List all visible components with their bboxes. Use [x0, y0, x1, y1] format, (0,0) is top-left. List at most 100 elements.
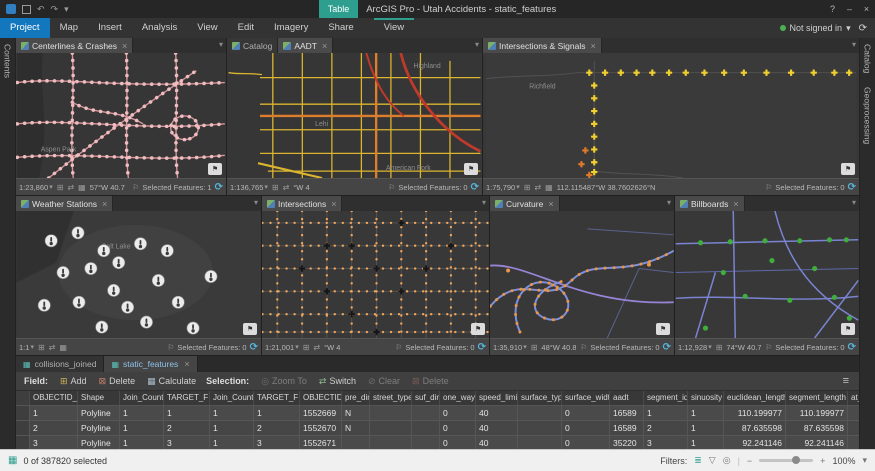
pane-menu-caret-icon[interactable]: ▾	[667, 198, 671, 207]
table-cell[interactable]: 16589	[610, 421, 644, 435]
refresh-icon[interactable]: ⟳	[663, 342, 671, 353]
table-cell[interactable]: 1552671	[300, 436, 342, 450]
column-header-at_inter[interactable]: at_inter	[848, 391, 859, 405]
calculate-button[interactable]: ▦Calculate	[141, 372, 202, 390]
map-canvas[interactable]: ⚑	[490, 211, 674, 338]
column-header-street_type[interactable]: street_type	[370, 391, 412, 405]
geoprocessing-dock-tab[interactable]: Geoprocessing	[863, 87, 873, 144]
column-header-one_way[interactable]: one_way	[440, 391, 476, 405]
close-tab-icon[interactable]: ×	[322, 41, 327, 51]
scale-input[interactable]: 1:23,860	[19, 183, 48, 192]
view-tab-centerlines-crashes[interactable]: Centerlines & Crashes ×	[16, 38, 133, 53]
select-tool-icon[interactable]: ⊞	[531, 343, 538, 352]
table-cell[interactable]	[342, 436, 370, 450]
refresh-icon[interactable]: ⟳	[478, 342, 486, 353]
table-cell[interactable]	[848, 406, 859, 420]
table-cell[interactable]: 40	[476, 406, 518, 420]
table-cell[interactable]: 3	[30, 436, 78, 450]
swap-view-icon[interactable]: ⇄	[534, 183, 541, 192]
table-cell[interactable]: 16589	[610, 406, 644, 420]
table-cell[interactable]	[412, 421, 440, 435]
ribbon-tab-share[interactable]: Share	[318, 18, 363, 38]
table-cell[interactable]: Polyline	[78, 421, 120, 435]
grid-icon[interactable]: ▦	[545, 183, 553, 192]
sign-in-status[interactable]: Not signed in ▾	[780, 23, 851, 34]
table-cell[interactable]	[412, 406, 440, 420]
ribbon-tab-analysis[interactable]: Analysis	[132, 18, 187, 38]
table-row[interactable]: 1Polyline11111552669N04001658911110.1999…	[16, 406, 859, 421]
pane-menu-caret-icon[interactable]: ▾	[254, 198, 258, 207]
column-header-sinuosity[interactable]: sinuosity	[688, 391, 724, 405]
table-cell[interactable]: 0	[440, 436, 476, 450]
navigator-flag-icon[interactable]: ⚑	[208, 163, 222, 175]
row-selector[interactable]	[16, 406, 30, 420]
table-cell[interactable]: N	[342, 421, 370, 435]
table-cell[interactable]: Polyline	[78, 406, 120, 420]
view-tab-intersections-signals[interactable]: Intersections & Signals ×	[483, 38, 602, 53]
scale-caret-icon[interactable]: ▾	[708, 343, 712, 351]
help-button[interactable]: ?	[824, 0, 841, 18]
map-canvas[interactable]: Highland Lehi American Fork ⚑	[227, 53, 482, 178]
table-cell[interactable]: 2	[644, 421, 688, 435]
scale-caret-icon[interactable]: ▾	[516, 183, 520, 191]
select-tool-icon[interactable]: ⊞	[524, 183, 531, 192]
select-tool-icon[interactable]: ⊞	[38, 343, 45, 352]
table-cell[interactable]: 0	[440, 406, 476, 420]
column-header-speed_limit[interactable]: speed_limit	[476, 391, 518, 405]
navigator-flag-icon[interactable]: ⚑	[841, 163, 855, 175]
close-button[interactable]: ×	[858, 0, 875, 18]
redo-icon[interactable]: ↷	[51, 4, 59, 15]
zoom-out-icon[interactable]: −	[747, 456, 752, 466]
table-cell[interactable]: 1	[30, 406, 78, 420]
table-cell[interactable]: 1552670	[300, 421, 342, 435]
navigator-flag-icon[interactable]: ⚑	[243, 323, 257, 335]
map-canvas[interactable]: ⚑	[262, 211, 489, 338]
view-tab-aadt[interactable]: AADT ×	[278, 38, 333, 53]
row-selector[interactable]	[16, 421, 30, 435]
view-tab-weather-stations[interactable]: Weather Stations ×	[16, 196, 113, 211]
table-cell[interactable]: 1	[688, 421, 724, 435]
navigator-flag-icon[interactable]: ⚑	[841, 323, 855, 335]
refresh-icon[interactable]: ⟳	[215, 182, 223, 193]
table-cell[interactable]: 2	[164, 421, 210, 435]
column-header-join_count[interactable]: Join_Count	[120, 391, 164, 405]
map-canvas[interactable]: Aspen Park ⚑	[16, 53, 226, 178]
scale-caret-icon[interactable]: ▾	[49, 183, 53, 191]
scale-input[interactable]: 1:136,765	[230, 183, 263, 192]
close-tab-icon[interactable]: ×	[184, 359, 189, 369]
zoom-caret-icon[interactable]: ▾	[862, 455, 867, 466]
table-cell[interactable]	[518, 406, 562, 420]
table-cell[interactable]: 40	[476, 436, 518, 450]
table-cell[interactable]: 1	[254, 406, 300, 420]
table-cell[interactable]: 1	[120, 421, 164, 435]
refresh-icon[interactable]: ⟳	[250, 342, 258, 353]
close-tab-icon[interactable]: ×	[590, 41, 595, 51]
view-tab-curvature[interactable]: Curvature ×	[490, 196, 560, 211]
view-tab-billboards[interactable]: Billboards ×	[675, 196, 745, 211]
table-cell[interactable]	[370, 406, 412, 420]
table-cell[interactable]: 35220	[610, 436, 644, 450]
map-canvas[interactable]: Salt Lake ⚑	[16, 211, 261, 338]
ribbon-tab-insert[interactable]: Insert	[88, 18, 132, 38]
navigator-flag-icon[interactable]: ⚑	[471, 323, 485, 335]
minimize-button[interactable]: –	[841, 0, 858, 18]
table-cell[interactable]: 0	[562, 421, 610, 435]
table-cell[interactable]: 92.241146	[786, 436, 848, 450]
ribbon-tab-view[interactable]: View	[187, 18, 227, 38]
table-cell[interactable]	[518, 436, 562, 450]
column-header-segment_id[interactable]: segment_id	[644, 391, 688, 405]
contents-dock-tab[interactable]: Contents	[3, 44, 13, 78]
swap-view-icon[interactable]: ⇄	[67, 183, 74, 192]
ribbon-tab-imagery[interactable]: Imagery	[264, 18, 318, 38]
scale-caret-icon[interactable]: ▾	[295, 343, 299, 351]
column-header-objectid[interactable]: OBJECTID	[300, 391, 342, 405]
column-header-pre_dir[interactable]: pre_dir	[342, 391, 370, 405]
table-cell[interactable]: 1552669	[300, 406, 342, 420]
column-header-target_fid[interactable]: TARGET_FID	[164, 391, 210, 405]
column-header-segment_length[interactable]: segment_length	[786, 391, 848, 405]
table-cell[interactable]: 92.241146	[724, 436, 786, 450]
table-cell[interactable]: 87.635598	[786, 421, 848, 435]
grid-icon[interactable]: ▦	[78, 183, 86, 192]
table-cell[interactable]	[518, 421, 562, 435]
filter-icon[interactable]: ▽	[709, 455, 716, 466]
